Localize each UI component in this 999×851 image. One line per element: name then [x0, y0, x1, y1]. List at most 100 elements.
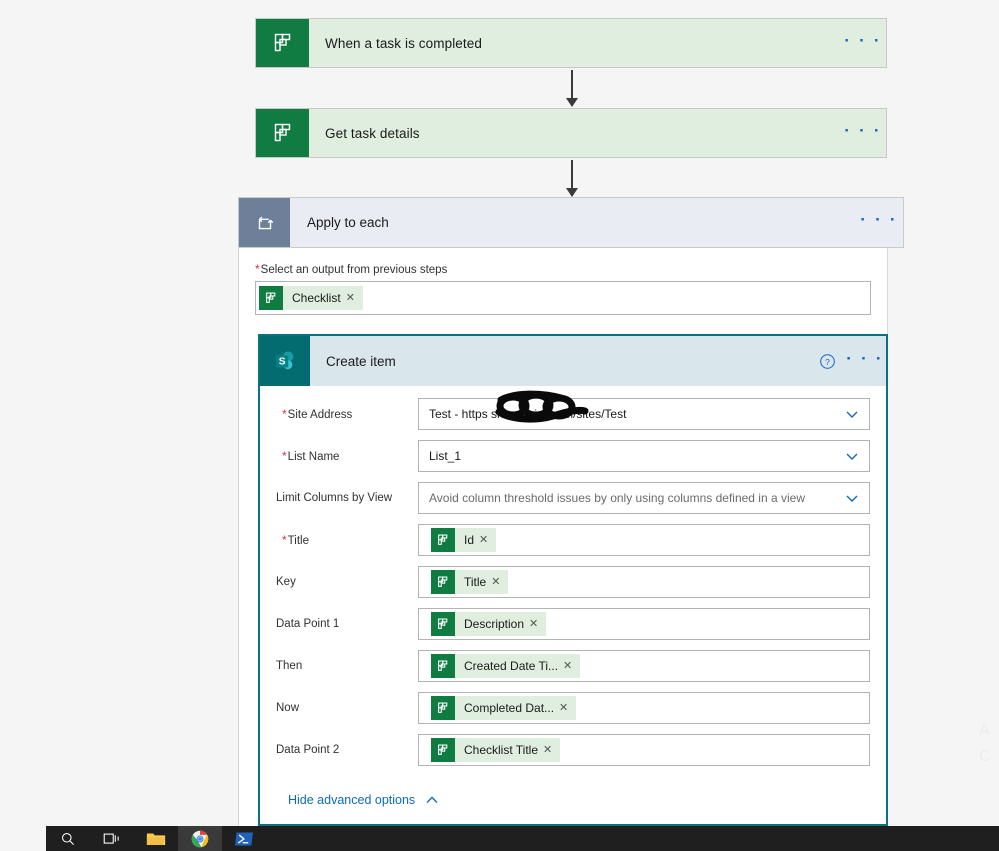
chevron-down-icon[interactable]: [839, 490, 865, 506]
svg-text:C: C: [979, 748, 991, 765]
token-label: Checklist: [292, 291, 341, 305]
token-title[interactable]: Title ✕: [431, 570, 509, 594]
planner-icon: [431, 696, 455, 720]
flow-step-when-a-task-is-completed[interactable]: When a task is completed · · ·: [255, 18, 887, 68]
token-checklist[interactable]: Checklist ✕: [259, 286, 363, 310]
token-remove-button[interactable]: ✕: [479, 534, 496, 546]
now-input[interactable]: Completed Dat... ✕: [418, 692, 870, 724]
flow-designer-canvas: When a task is completed · · · Get task …: [0, 0, 999, 828]
token-remove-button[interactable]: ✕: [491, 576, 508, 588]
then-input[interactable]: Created Date Ti... ✕: [418, 650, 870, 682]
field-label-key: Key: [276, 576, 296, 588]
create-item-title: Create item: [326, 353, 396, 369]
planner-icon: [259, 286, 283, 310]
token-label: Created Date Ti...: [464, 659, 559, 673]
connector-arrow-1: [571, 70, 573, 106]
token-label: Completed Dat...: [464, 701, 555, 715]
token-id[interactable]: Id ✕: [431, 528, 497, 552]
planner-icon: [256, 19, 309, 67]
field-row-now: Now Completed Dat... ✕: [276, 692, 870, 724]
field-row-data-point-2: Data Point 2 Checklist Title ✕: [276, 734, 870, 766]
create-item-card: S Create item ? · · · *Site Address Test…: [258, 334, 888, 826]
select-output-label: Select an output from previous steps: [260, 264, 448, 276]
field-label-list-name: *List Name: [276, 449, 418, 463]
token-remove-button[interactable]: ✕: [563, 660, 580, 672]
token-label: Title: [464, 575, 487, 589]
site-address-select[interactable]: Test - https sharepoint.com/sites/Test: [418, 390, 870, 430]
token-checklist-title[interactable]: Checklist Title ✕: [431, 738, 561, 762]
planner-icon: [256, 109, 309, 157]
limit-columns-by-view-select[interactable]: Avoid column threshold issues by only us…: [418, 482, 870, 514]
select-output-label-row: *Select an output from previous steps: [255, 262, 871, 276]
field-label-title: *Title: [276, 533, 418, 547]
label-text: Title: [287, 535, 309, 547]
planner-icon: [431, 738, 455, 762]
list-name-value: List_1: [429, 449, 462, 463]
field-row-limit-columns-by-view: Limit Columns by View Avoid column thres…: [276, 482, 870, 514]
planner-icon: [431, 612, 455, 636]
flow-step-menu-button[interactable]: · · ·: [840, 19, 886, 67]
svg-text:?: ?: [825, 356, 830, 366]
powershell-icon[interactable]: [222, 826, 266, 851]
site-address-value: Test - https sharepoint.com/sites/Test: [429, 407, 627, 421]
sharepoint-icon: S: [260, 336, 310, 386]
flow-step-title: When a task is completed: [325, 35, 482, 51]
field-label-then: Then: [276, 660, 303, 672]
label-text: List Name: [287, 451, 340, 463]
token-remove-button[interactable]: ✕: [346, 292, 363, 304]
file-explorer-icon[interactable]: [134, 826, 178, 851]
token-created-date-time[interactable]: Created Date Ti... ✕: [431, 654, 581, 678]
hide-advanced-options-link[interactable]: Hide advanced options: [288, 793, 415, 807]
advanced-options-row: Hide advanced options: [276, 776, 870, 824]
field-row-then: Then Created Date Ti... ✕: [276, 650, 870, 682]
field-row-title: *Title Id ✕: [276, 524, 870, 556]
token-completed-date[interactable]: Completed Dat... ✕: [431, 696, 577, 720]
help-circle-icon[interactable]: ?: [810, 336, 844, 386]
connector-arrow-2: [571, 160, 573, 196]
apply-to-each-header[interactable]: Apply to each · · ·: [238, 197, 904, 248]
label-text: Site Address: [287, 409, 353, 421]
token-remove-button[interactable]: ✕: [559, 702, 576, 714]
taskbar-left-gap: [0, 826, 46, 851]
create-item-header[interactable]: S Create item ? · · ·: [260, 336, 886, 386]
task-view-icon[interactable]: [90, 826, 134, 851]
apply-to-each-menu-button[interactable]: · · ·: [855, 198, 903, 247]
create-item-body: *Site Address Test - https sharepoint.co…: [260, 386, 886, 824]
field-label-limit-columns-by-view: Limit Columns by View: [276, 492, 393, 504]
planner-icon: [431, 528, 455, 552]
title-input[interactable]: Id ✕: [418, 524, 870, 556]
field-row-site-address: *Site Address Test - https sharepoint.co…: [276, 390, 870, 430]
field-label-site-address: *Site Address: [276, 407, 418, 421]
chevron-up-icon[interactable]: [424, 792, 440, 808]
token-label: Id: [464, 533, 475, 547]
apply-to-each-title: Apply to each: [307, 215, 389, 230]
chrome-icon[interactable]: [178, 826, 222, 851]
list-name-select[interactable]: List_1: [418, 440, 870, 472]
required-asterisk: *: [282, 449, 287, 463]
chevron-down-icon[interactable]: [839, 448, 865, 464]
flow-step-get-task-details[interactable]: Get task details · · ·: [255, 108, 887, 158]
planner-icon: [431, 654, 455, 678]
data-point-1-input[interactable]: Description ✕: [418, 608, 870, 640]
loop-icon: [239, 198, 290, 247]
field-label-data-point-2: Data Point 2: [276, 744, 340, 756]
token-remove-button[interactable]: ✕: [543, 744, 560, 756]
field-label-now: Now: [276, 702, 300, 714]
token-label: Description: [464, 617, 525, 631]
svg-text:A: A: [979, 722, 990, 739]
key-input[interactable]: Title ✕: [418, 566, 870, 598]
flow-step-menu-button[interactable]: · · ·: [840, 109, 886, 157]
chevron-down-icon[interactable]: [839, 406, 865, 422]
required-asterisk: *: [282, 407, 287, 421]
field-label-data-point-1: Data Point 1: [276, 618, 340, 630]
required-asterisk: *: [282, 533, 287, 547]
token-remove-button[interactable]: ✕: [529, 618, 546, 630]
planner-icon: [431, 570, 455, 594]
token-description[interactable]: Description ✕: [431, 612, 547, 636]
search-icon[interactable]: [46, 826, 90, 851]
create-item-menu-button[interactable]: · · ·: [844, 336, 886, 386]
limit-columns-by-view-placeholder: Avoid column threshold issues by only us…: [429, 491, 805, 505]
required-asterisk: *: [255, 262, 260, 276]
select-output-input[interactable]: Checklist ✕: [255, 281, 871, 315]
data-point-2-input[interactable]: Checklist Title ✕: [418, 734, 870, 766]
